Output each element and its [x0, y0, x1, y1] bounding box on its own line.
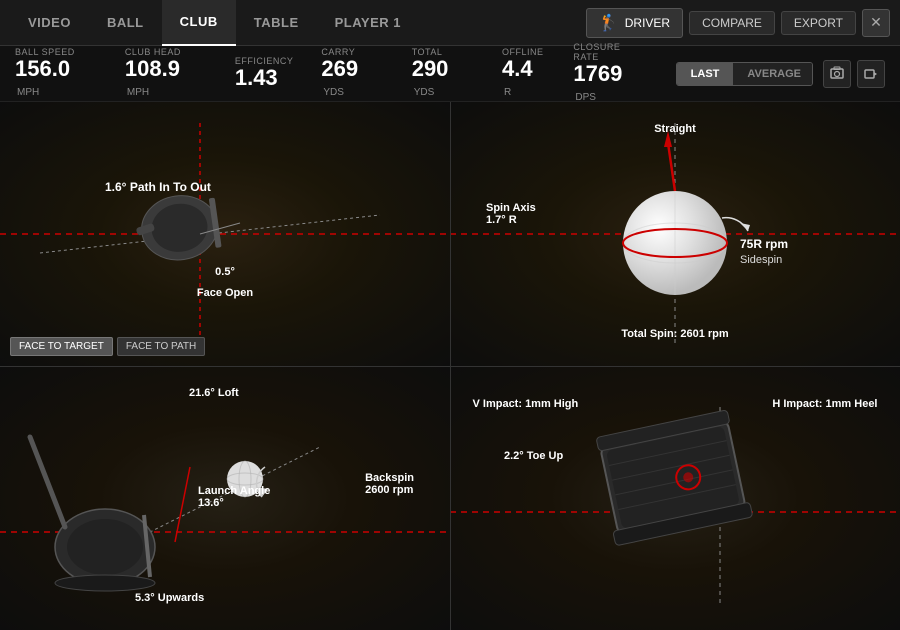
spin-axis-label: Spin Axis: [486, 202, 536, 214]
toggle-average[interactable]: AVERAGE: [733, 63, 813, 85]
svg-text:Sidespin: Sidespin: [740, 254, 782, 266]
driver-label: DRIVER: [625, 16, 670, 30]
upwards-annotation: 5.3° Upwards: [135, 592, 204, 604]
stat-offline: OFFLINE 4.4 R: [502, 47, 545, 99]
compare-button[interactable]: COMPARE: [689, 11, 775, 35]
close-button[interactable]: ✕: [862, 9, 890, 37]
nav-player1[interactable]: PLAYER 1: [317, 0, 419, 46]
backspin-label: Backspin: [365, 472, 414, 484]
loft-annotation: 21.6° Loft: [189, 387, 239, 399]
quadrant-spin: 75R rpm Sidespin Spin Axis 1.7° R Straig…: [450, 102, 900, 366]
closure-rate-value: 1769: [573, 61, 622, 86]
top-nav: VIDEO BALL CLUB TABLE PLAYER 1 🏌 DRIVER …: [0, 0, 900, 46]
backspin-annotation: Backspin 2600 rpm: [365, 472, 414, 496]
upwards-label: 5.3° Upwards: [135, 592, 204, 604]
straight-label: Straight: [654, 123, 696, 135]
stat-total: TOTAL 290 YDS: [412, 47, 474, 99]
stat-carry: CARRY 269 YDS: [321, 47, 383, 99]
svg-text:1.6° Path In To Out: 1.6° Path In To Out: [105, 180, 211, 194]
stat-closure-rate: CLOSURE RATE 1769 DPS: [573, 42, 647, 104]
total-unit: YDS: [414, 87, 435, 98]
export-button[interactable]: EXPORT: [781, 11, 856, 35]
video-icon: [864, 67, 878, 81]
h-impact-label: H Impact: 1mm Heel: [772, 398, 877, 410]
launch-angle-annotation: Launch Angle 13.6°: [198, 485, 270, 509]
driver-icon: 🏌: [599, 13, 619, 33]
face-open-label: Face Open: [197, 287, 253, 299]
face-angle-annotation: 0.5°: [215, 266, 235, 278]
h-impact-annotation: H Impact: 1mm Heel: [772, 398, 877, 410]
face-open-text: Face Open: [197, 287, 253, 299]
nav-video[interactable]: VIDEO: [10, 0, 89, 46]
svg-text:75R rpm: 75R rpm: [740, 237, 788, 251]
total-spin-text: Total Spin: 2601 rpm: [621, 328, 728, 340]
efficiency-value: 1.43: [235, 65, 278, 90]
club-head-value: 108.9: [125, 56, 180, 81]
stat-ball-speed: BALL SPEED 156.0 MPH: [15, 47, 97, 99]
face-to-target-btn[interactable]: FACE TO TARGET: [10, 337, 113, 356]
main-content: 1.6° Path In To Out 0.5° Face Open FACE …: [0, 102, 900, 630]
toe-up-label: 2.2° Toe Up: [504, 450, 563, 462]
stats-bar: BALL SPEED 156.0 MPH CLUB HEAD 108.9 MPH…: [0, 46, 900, 102]
loft-label: 21.6° Loft: [189, 387, 239, 399]
carry-unit: YDS: [323, 87, 344, 98]
stat-club-head: CLUB HEAD 108.9 MPH: [125, 47, 207, 99]
closure-rate-unit: DPS: [575, 92, 596, 103]
v-impact-label: V Impact: 1mm High: [473, 398, 579, 410]
quadrant-launch: 21.6° Loft Launch Angle 13.6° Backspin 2…: [0, 366, 450, 630]
launch-angle-value: 13.6°: [198, 497, 224, 509]
screenshot-icon: [830, 67, 844, 81]
screenshot-icon-btn[interactable]: [823, 60, 851, 88]
spin-axis-annotation: Spin Axis 1.7° R: [486, 202, 536, 226]
offline-unit: R: [504, 87, 511, 98]
nav-table[interactable]: TABLE: [236, 0, 317, 46]
backspin-value: 2600 rpm: [365, 484, 413, 496]
club-head-unit: MPH: [127, 87, 149, 98]
total-spin-label: Total Spin: 2601 rpm: [621, 328, 728, 340]
video-icon-btn[interactable]: [857, 60, 885, 88]
spin-axis-value: 1.7° R: [486, 214, 517, 226]
quadrant-impact: V Impact: 1mm High H Impact: 1mm Heel 2.…: [450, 366, 900, 630]
stat-efficiency: EFFICIENCY 1.43: [235, 56, 294, 90]
total-value: 290: [412, 56, 449, 81]
last-avg-toggle: LAST AVERAGE: [676, 62, 813, 86]
face-to-path-btn[interactable]: FACE TO PATH: [117, 337, 205, 356]
face-angle-value: 0.5°: [215, 266, 235, 278]
quadrant-club-path: 1.6° Path In To Out 0.5° Face Open FACE …: [0, 102, 450, 366]
club-path-svg: 1.6° Path In To Out: [0, 102, 450, 366]
v-impact-annotation: V Impact: 1mm High: [473, 398, 579, 410]
icon-buttons: [823, 60, 885, 88]
nav-club[interactable]: CLUB: [162, 0, 236, 46]
nav-right: 🏌 DRIVER COMPARE EXPORT ✕: [586, 8, 890, 38]
carry-value: 269: [321, 56, 358, 81]
launch-angle-label: Launch Angle: [198, 485, 270, 497]
face-buttons: FACE TO TARGET FACE TO PATH: [10, 337, 205, 356]
ball-speed-value: 156.0: [15, 56, 70, 81]
closure-rate-label: CLOSURE RATE: [573, 42, 647, 62]
driver-button[interactable]: 🏌 DRIVER: [586, 8, 683, 38]
offline-value: 4.4: [502, 56, 533, 81]
nav-ball[interactable]: BALL: [89, 0, 162, 46]
toe-up-annotation: 2.2° Toe Up: [504, 450, 563, 462]
ball-speed-unit: MPH: [17, 87, 39, 98]
toggle-last[interactable]: LAST: [677, 63, 734, 85]
spin-svg: 75R rpm Sidespin: [450, 102, 900, 366]
straight-text: Straight: [654, 123, 696, 135]
